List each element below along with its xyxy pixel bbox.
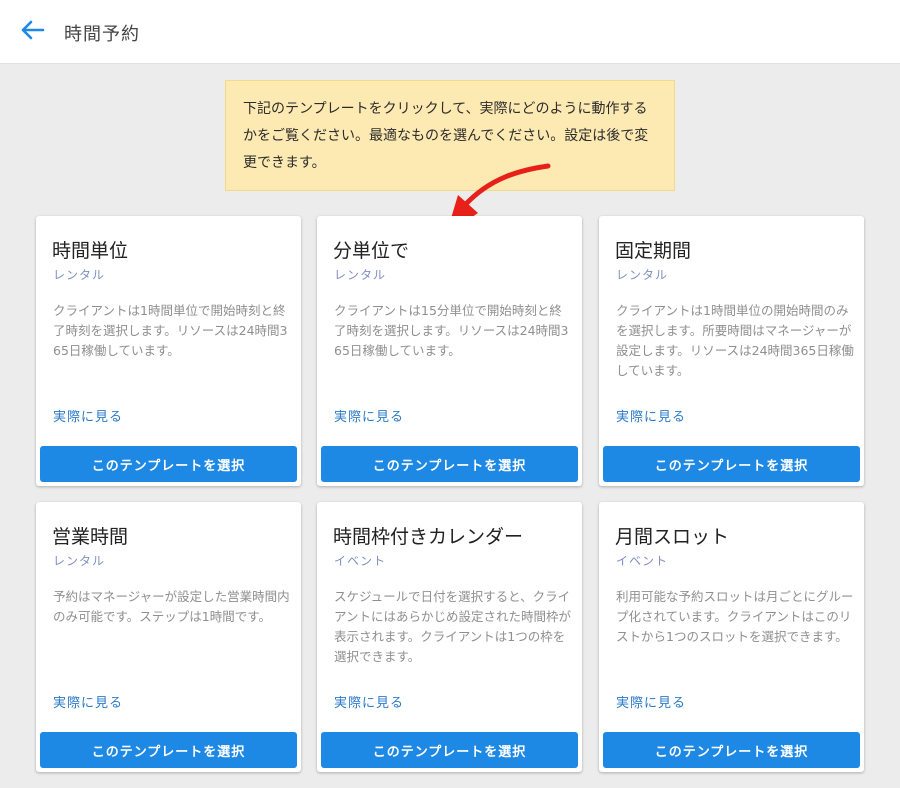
template-card[interactable]: 固定期間レンタルクライアントは1時間単位の開始時間のみを選択します。所要時間はマ… [599,216,864,486]
see-in-action-link[interactable]: 実際に見る [53,406,123,425]
card-category: イベント [334,554,387,568]
select-template-button[interactable]: このテンプレートを選択 [40,732,297,768]
hint-text: 下記のテンプレートをクリックして、実際にどのように動作するかをご覧ください。最適… [243,101,649,171]
select-template-button[interactable]: このテンプレートを選択 [321,732,578,768]
select-template-button[interactable]: このテンプレートを選択 [603,732,860,768]
select-template-button[interactable]: このテンプレートを選択 [321,446,578,482]
card-category: レンタル [53,268,106,282]
template-card[interactable]: 営業時間レンタル予約はマネージャーが設定した営業時間内のみ可能です。ステップは1… [36,502,301,772]
see-in-action-link[interactable]: 実際に見る [616,406,686,425]
template-card[interactable]: 時間単位レンタルクライアントは1時間単位で開始時刻と終了時刻を選択します。リソー… [36,216,301,486]
select-template-button[interactable]: このテンプレートを選択 [603,446,860,482]
see-in-action-link[interactable]: 実際に見る [616,692,686,711]
card-description: クライアントは1時間単位で開始時刻と終了時刻を選択します。リソースは24時間36… [53,303,288,358]
card-title: 営業時間 [52,526,129,548]
select-template-button[interactable]: このテンプレートを選択 [40,446,297,482]
see-in-action-link[interactable]: 実際に見る [53,692,123,711]
card-category: レンタル [53,554,106,568]
card-category: レンタル [616,268,669,282]
card-title: 時間単位 [52,240,129,262]
card-description: スケジュールで日付を選択すると、クライアントにはあらかじめ設定された時間枠が表示… [334,589,572,664]
card-category: イベント [616,554,669,568]
template-card[interactable]: 月間スロットイベント利用可能な予約スロットは月ごとにグループ化されています。クラ… [599,502,864,772]
card-title: 月間スロット [615,526,730,548]
card-description: クライアントは1時間単位の開始時間のみを選択します。所要時間はマネージャーが設定… [616,303,854,378]
card-description: 利用可能な予約スロットは月ごとにグループ化されています。クライアントはこのリスト… [616,589,854,644]
see-in-action-link[interactable]: 実際に見る [334,406,404,425]
card-title: 固定期間 [615,240,692,262]
template-card[interactable]: 分単位でレンタルクライアントは15分単位で開始時刻と終了時刻を選択します。リソー… [317,216,582,486]
template-card[interactable]: 時間枠付きカレンダーイベントスケジュールで日付を選択すると、クライアントにはあら… [317,502,582,772]
arrow-left-icon [19,19,45,45]
card-title: 分単位で [333,240,410,262]
card-title: 時間枠付きカレンダー [333,526,524,548]
back-button[interactable] [14,16,50,48]
top-bar: 時間予約 [0,0,900,64]
hint-box: 下記のテンプレートをクリックして、実際にどのように動作するかをご覧ください。最適… [225,80,675,191]
see-in-action-link[interactable]: 実際に見る [334,692,404,711]
card-description: 予約はマネージャーが設定した営業時間内のみ可能です。ステップは1時間です。 [53,589,290,624]
card-description: クライアントは15分単位で開始時刻と終了時刻を選択します。リソースは24時間36… [334,303,569,358]
card-category: レンタル [334,268,387,282]
page-title: 時間予約 [64,24,140,45]
